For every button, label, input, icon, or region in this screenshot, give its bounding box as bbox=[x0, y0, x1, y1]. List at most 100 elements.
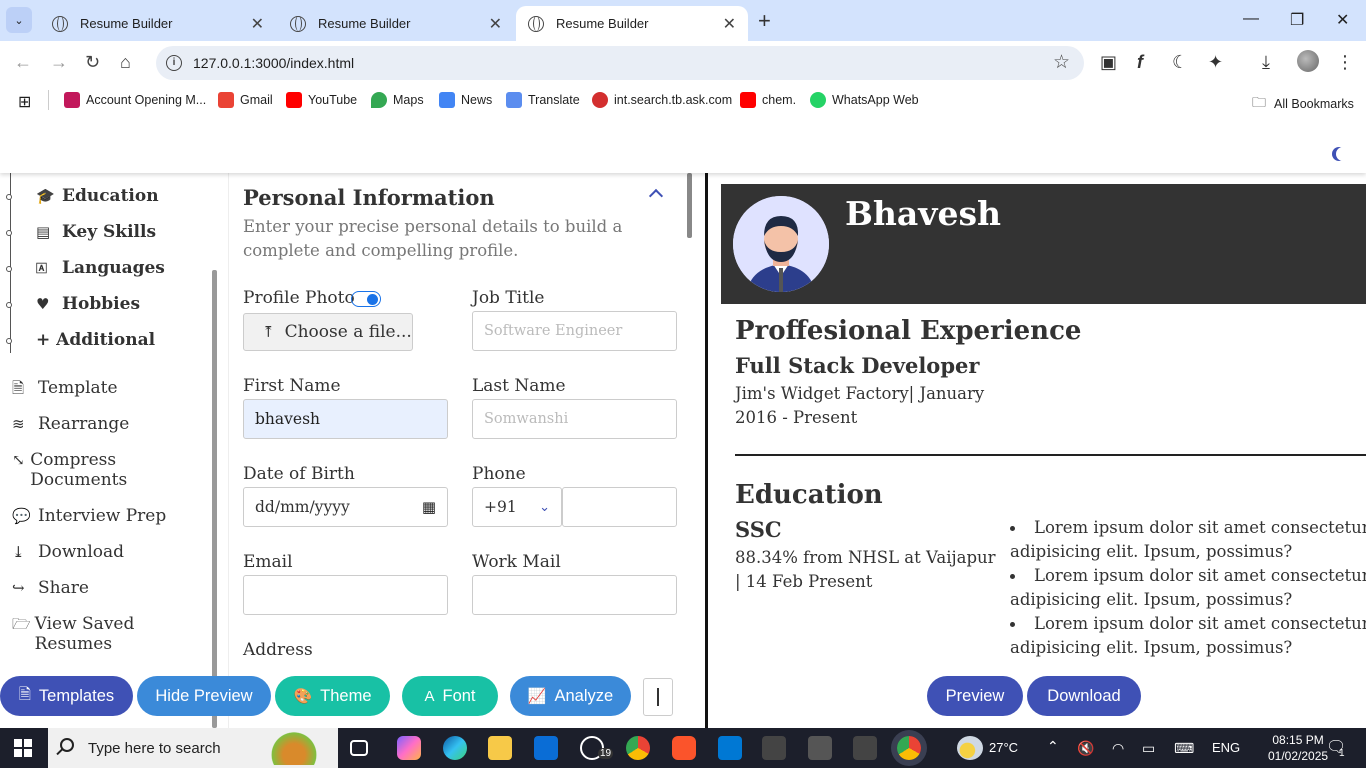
edge-icon[interactable] bbox=[443, 736, 467, 760]
close-tab-icon[interactable]: ✕ bbox=[489, 14, 502, 34]
phone-input[interactable] bbox=[562, 487, 677, 527]
clock[interactable]: 08:15 PM 01/02/2025 bbox=[1268, 732, 1328, 764]
fruit-basket-icon[interactable] bbox=[266, 731, 322, 765]
moon-icon[interactable] bbox=[1336, 147, 1350, 161]
profile-photo-toggle[interactable] bbox=[351, 291, 381, 307]
close-tab-icon[interactable]: ✕ bbox=[723, 14, 736, 34]
templates-button[interactable]: 🗎 Templates bbox=[0, 676, 133, 716]
bookmark-account-opening[interactable]: Account Opening M... bbox=[64, 92, 206, 108]
choose-file-button[interactable]: ⤒ Choose a file... bbox=[243, 313, 413, 351]
back-icon[interactable]: ← bbox=[14, 52, 32, 73]
weather-icon[interactable] bbox=[957, 736, 983, 760]
url-text[interactable]: 127.0.0.1:3000/index.html bbox=[193, 55, 354, 71]
volume-muted-icon[interactable]: 🔇 bbox=[1077, 740, 1094, 757]
app-icon[interactable] bbox=[762, 736, 786, 760]
sidebar-item-template[interactable]: 🗎 Template bbox=[12, 378, 118, 398]
restore-icon[interactable]: ❐ bbox=[1290, 10, 1304, 30]
file-explorer-icon[interactable] bbox=[488, 736, 512, 760]
analyze-button[interactable]: 📈 Analyze bbox=[510, 676, 631, 716]
dark-mode-icon[interactable]: ☾ bbox=[1172, 52, 1188, 73]
sidebar-scrollbar[interactable] bbox=[212, 270, 217, 728]
hide-preview-button[interactable]: Hide Preview bbox=[137, 676, 271, 716]
windows-start-icon[interactable] bbox=[14, 739, 32, 757]
sidebar-item-compress[interactable]: ⤡ Compress Documents bbox=[12, 450, 152, 490]
minimize-icon[interactable]: — bbox=[1243, 10, 1259, 28]
profile-avatar[interactable] bbox=[1297, 50, 1319, 72]
font-extension-icon[interactable]: f bbox=[1137, 52, 1143, 73]
new-tab-icon[interactable]: + bbox=[758, 8, 771, 34]
store-icon[interactable] bbox=[534, 736, 558, 760]
bookmark-star-icon[interactable]: ☆ bbox=[1053, 51, 1070, 74]
app-icon[interactable] bbox=[808, 736, 832, 760]
email-input[interactable] bbox=[243, 575, 448, 615]
home-icon[interactable]: ⌂ bbox=[120, 52, 131, 73]
browser-tab-3[interactable]: Resume Builder ✕ bbox=[516, 6, 748, 41]
reload-icon[interactable]: ↻ bbox=[85, 52, 100, 73]
download-button[interactable]: Download bbox=[1027, 676, 1141, 716]
chrome-icon[interactable] bbox=[626, 736, 650, 760]
translate-icon bbox=[506, 92, 522, 108]
bookmark-youtube[interactable]: YouTube bbox=[286, 92, 357, 108]
sidebar-item-interview-prep[interactable]: 💬 Interview Prep bbox=[12, 506, 166, 526]
bookmark-label: YouTube bbox=[308, 93, 358, 107]
forward-icon[interactable]: → bbox=[50, 52, 68, 73]
calendar-icon[interactable]: ▦ bbox=[422, 498, 436, 516]
theme-button[interactable]: 🎨 Theme bbox=[275, 676, 390, 716]
sidebar-item-share[interactable]: ↪ Share bbox=[12, 578, 89, 598]
apps-grid-icon[interactable]: ⊞ bbox=[18, 92, 31, 112]
all-bookmarks[interactable]: 🗀 All Bookmarks bbox=[1252, 92, 1354, 116]
close-window-icon[interactable]: ✕ bbox=[1336, 10, 1349, 30]
vscode-icon[interactable] bbox=[718, 736, 742, 760]
bookmark-chem[interactable]: chem. bbox=[740, 92, 796, 108]
bookmark-maps[interactable]: Maps bbox=[371, 92, 424, 108]
close-tab-icon[interactable]: ✕ bbox=[251, 14, 264, 34]
language-indicator[interactable]: ENG bbox=[1212, 740, 1240, 755]
first-name-input[interactable]: bhavesh bbox=[243, 399, 448, 439]
copilot-icon[interactable] bbox=[397, 736, 421, 760]
browser-tab-1[interactable]: Resume Builder ✕ bbox=[40, 6, 276, 41]
menu-kebab-icon[interactable]: ⋮ bbox=[1336, 52, 1354, 73]
sidebar-item-rearrange[interactable]: ≋ Rearrange bbox=[12, 414, 129, 434]
sidebar-item-education[interactable]: 🎓 Education bbox=[6, 186, 159, 206]
extension-icon[interactable]: ▣ bbox=[1100, 52, 1117, 73]
downloads-icon[interactable]: ⤓ bbox=[1262, 52, 1270, 73]
sidebar-item-hobbies[interactable]: ♥ Hobbies bbox=[6, 294, 140, 314]
chrome-active-icon[interactable] bbox=[897, 736, 921, 760]
work-mail-input[interactable] bbox=[472, 575, 677, 615]
extensions-puzzle-icon[interactable]: ✦ bbox=[1208, 52, 1223, 73]
address-bar[interactable]: i 127.0.0.1:3000/index.html ☆ bbox=[156, 46, 1084, 80]
bookmark-whatsapp[interactable]: WhatsApp Web bbox=[810, 92, 919, 108]
last-name-input[interactable]: Somwanshi bbox=[472, 399, 677, 439]
task-view-icon[interactable] bbox=[350, 740, 368, 756]
sidebar-item-additional[interactable]: + Additional bbox=[6, 330, 155, 350]
chevron-up-icon[interactable] bbox=[648, 188, 664, 204]
sidebar-item-key-skills[interactable]: ▤ Key Skills bbox=[6, 222, 156, 242]
preview-button[interactable]: Preview bbox=[927, 676, 1023, 716]
sidebar-item-view-saved[interactable]: 🗁 View Saved Resumes bbox=[12, 614, 152, 654]
browser-tab-2[interactable]: Resume Builder ✕ bbox=[278, 6, 514, 41]
app-icon[interactable] bbox=[853, 736, 877, 760]
first-name-value: bhavesh bbox=[255, 410, 321, 428]
tab-search-button[interactable]: ⌄ bbox=[6, 7, 32, 33]
sidebar-item-label: Education bbox=[62, 186, 159, 206]
bookmark-translate[interactable]: Translate bbox=[506, 92, 580, 108]
brave-icon[interactable] bbox=[672, 736, 696, 760]
bookmark-gmail[interactable]: Gmail bbox=[218, 92, 273, 108]
job-title-input[interactable]: Software Engineer bbox=[472, 311, 677, 351]
font-button[interactable]: A Font bbox=[402, 676, 498, 716]
battery-icon[interactable]: ▭ bbox=[1142, 740, 1155, 757]
site-info-icon[interactable]: i bbox=[166, 55, 182, 71]
education-detail-line-1: 88.34% from NHSL at Vaijapur bbox=[735, 548, 996, 567]
button-label: Font bbox=[442, 686, 476, 705]
phone-code-select[interactable]: +91 ⌄ bbox=[472, 487, 562, 527]
wifi-icon[interactable]: ◠ bbox=[1112, 740, 1124, 757]
form-scrollbar[interactable] bbox=[687, 173, 692, 238]
chevron-up-icon[interactable]: ⌃ bbox=[1047, 738, 1059, 755]
keyboard-icon[interactable]: ⌨ bbox=[1174, 740, 1194, 757]
dob-input[interactable]: dd/mm/yyyy ▦ bbox=[243, 487, 448, 527]
bookmark-ask[interactable]: int.search.tb.ask.com bbox=[592, 92, 732, 108]
sidebar-item-download[interactable]: ⤓ Download bbox=[12, 542, 124, 562]
text-cursor-box[interactable] bbox=[643, 678, 673, 716]
sidebar-item-languages[interactable]: 🄰 Languages bbox=[6, 258, 165, 278]
bookmark-news[interactable]: News bbox=[439, 92, 492, 108]
